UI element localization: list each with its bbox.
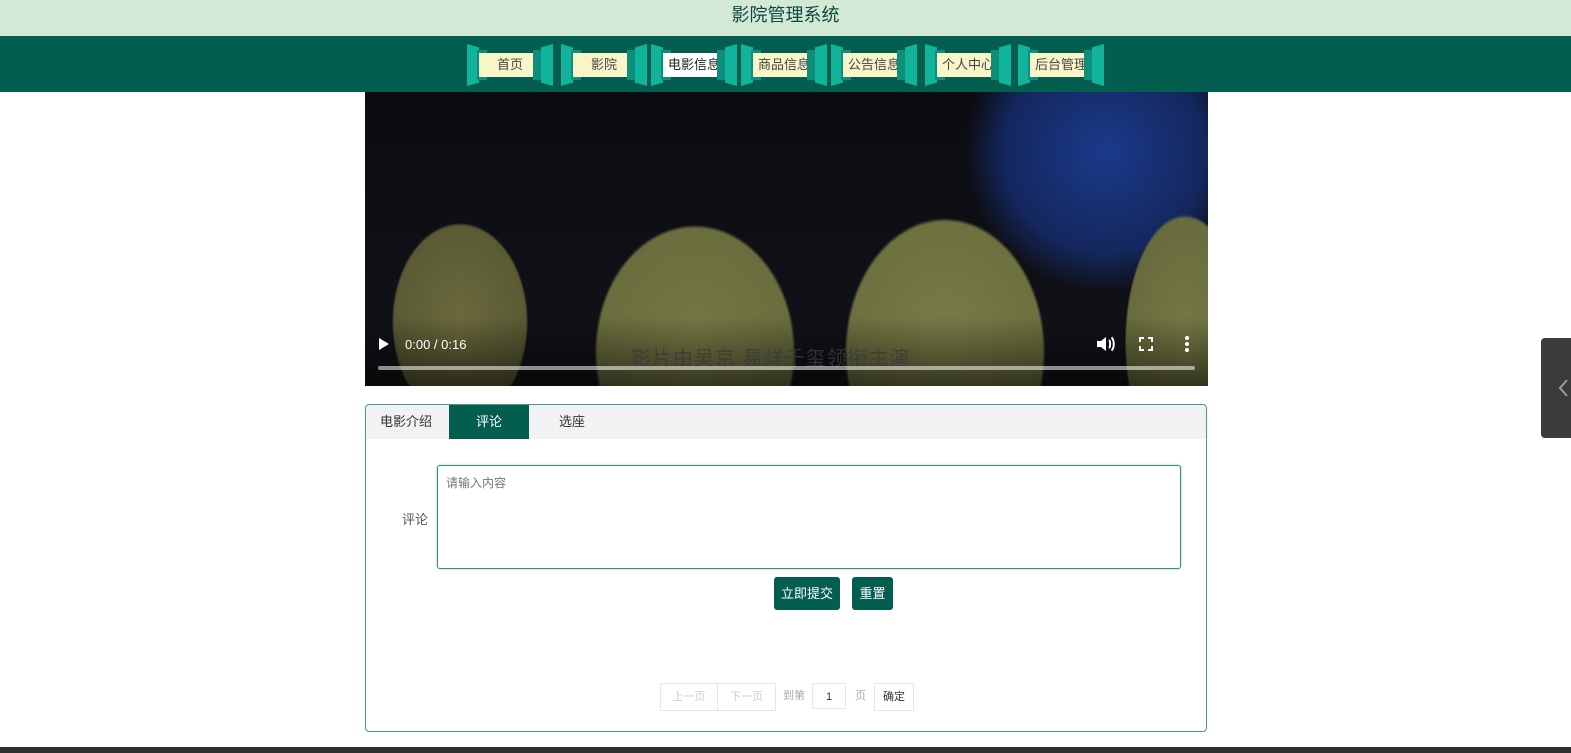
- goto-prefix: 到第: [783, 690, 805, 702]
- page-number-input[interactable]: 1: [812, 683, 846, 709]
- page-suffix: 页: [855, 690, 866, 702]
- prev-page-button[interactable]: 上一页: [660, 683, 718, 711]
- play-icon[interactable]: [379, 338, 389, 350]
- nav-item-home[interactable]: 首页: [467, 44, 553, 86]
- main-nav: 首页 影院 电影信息 商品信息 公告信息 个人中心 后台管理: [0, 36, 1571, 92]
- tab-movie-intro[interactable]: 电影介绍: [366, 405, 446, 439]
- video-time: 0:00 / 0:16: [405, 337, 467, 352]
- nav-item-label: 后台管理: [1030, 53, 1092, 77]
- tab-comments[interactable]: 评论: [449, 405, 529, 439]
- side-float-toggle[interactable]: [1541, 338, 1571, 438]
- next-page-button[interactable]: 下一页: [717, 683, 776, 711]
- go-page-button[interactable]: 确定: [874, 683, 914, 711]
- detail-tabs: 电影介绍 评论 选座: [366, 405, 1206, 439]
- app-title: 影院管理系统: [731, 5, 840, 25]
- nav-item-label: 公告信息: [843, 53, 905, 77]
- chevron-left-icon: [1558, 379, 1568, 397]
- comment-label: 评论: [402, 512, 429, 527]
- pagination: 上一页 下一页 到第 1 页 确定: [660, 683, 920, 711]
- nav-item-cinema[interactable]: 影院: [561, 44, 647, 86]
- nav-item-announcements[interactable]: 公告信息: [831, 44, 917, 86]
- comment-input[interactable]: [437, 465, 1181, 569]
- movie-video-player[interactable]: 影片由吴京 易烊千玺领衔主演 0:00 / 0:16: [365, 92, 1208, 386]
- nav-item-label: 电影信息: [663, 53, 725, 77]
- movie-detail-panel: 电影介绍 评论 选座 评论 立即提交 重置 上一页 下一页 到第 1 页 确定: [365, 404, 1207, 732]
- nav-item-product-info[interactable]: 商品信息: [741, 44, 827, 86]
- app-title-bar: 影院管理系统: [0, 0, 1571, 36]
- video-progress-bar[interactable]: [378, 366, 1195, 370]
- reset-button[interactable]: 重置: [852, 577, 893, 610]
- nav-item-label: 商品信息: [753, 53, 815, 77]
- submit-button[interactable]: 立即提交: [774, 577, 840, 610]
- nav-item-movie-info[interactable]: 电影信息: [651, 44, 737, 86]
- nav-item-admin[interactable]: 后台管理: [1018, 44, 1104, 86]
- more-options-icon[interactable]: [1175, 332, 1199, 356]
- nav-item-label: 首页: [479, 53, 541, 77]
- nav-item-label: 影院: [573, 53, 635, 77]
- tab-seat-selection[interactable]: 选座: [532, 405, 612, 439]
- nav-item-profile[interactable]: 个人中心: [925, 44, 1011, 86]
- volume-icon[interactable]: [1093, 332, 1117, 356]
- page-footer-strip: [0, 747, 1571, 753]
- nav-item-label: 个人中心: [937, 53, 999, 77]
- fullscreen-icon[interactable]: [1134, 332, 1158, 356]
